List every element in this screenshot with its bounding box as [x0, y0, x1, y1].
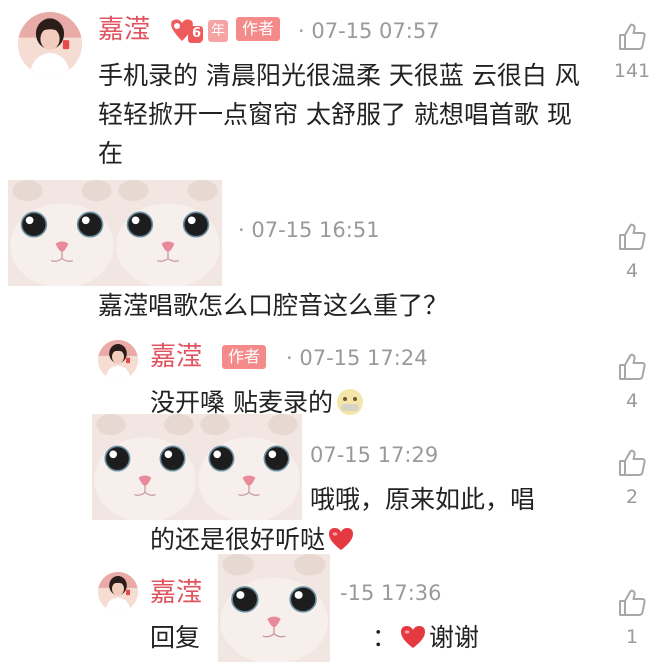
reply-text-line1: 哦哦，原来如此，唱 [310, 485, 536, 514]
user-avatar-cat [114, 180, 222, 286]
reply-prefix: 回复 [150, 623, 201, 652]
cat-avatar-image [114, 180, 222, 286]
like-count: 4 [625, 390, 639, 412]
mouth-covered-face-emoji [336, 389, 363, 415]
comment-time: · 07-15 07:57 [298, 19, 440, 43]
comment-time: · 07-15 16:51 [238, 218, 380, 242]
like-count: 1 [625, 626, 639, 648]
avatar-image [98, 340, 138, 380]
like-count: 141 [613, 60, 651, 82]
cat-avatar-image [8, 180, 116, 286]
user-avatar[interactable] [18, 12, 82, 76]
username[interactable]: 嘉滢 [98, 15, 150, 45]
reply-time: 07-15 17:29 [310, 443, 439, 467]
author-badge: 作者 [236, 17, 281, 41]
like-icon[interactable] [617, 588, 647, 618]
like-icon[interactable] [617, 352, 647, 382]
reply-text-content: 的还是很好听哒 [150, 525, 326, 554]
level-suffix: 年 [208, 20, 228, 42]
avatar-image [18, 12, 82, 76]
level-number: 6 [190, 26, 204, 42]
user-avatar[interactable] [98, 340, 138, 380]
like-icon[interactable] [617, 448, 647, 478]
heart-icon [401, 626, 426, 648]
cat-avatar-image [218, 554, 330, 662]
username[interactable]: 嘉滢 [150, 578, 202, 608]
avatar-image [98, 572, 138, 612]
reply-text-content: 没开嗓 贴麦录的 [150, 388, 333, 417]
comment-text: 手机录的 清晨阳光很温柔 天很蓝 云很白 风轻轻掀开一点窗帘 太舒服了 就想唱首… [98, 61, 580, 168]
user-avatar[interactable] [98, 572, 138, 612]
level-badge: 6 年 [166, 17, 228, 45]
like-icon[interactable] [617, 222, 647, 252]
reply-colon: ： [372, 623, 398, 652]
comment-text: 嘉滢唱歌怎么口腔音这么重了？ [98, 291, 449, 320]
cat-avatar-image [92, 414, 198, 520]
like-count: 4 [625, 260, 639, 282]
reply-text: ： 谢谢 [372, 618, 479, 657]
cat-avatar-image [196, 414, 302, 520]
username[interactable]: 嘉滢 [150, 342, 202, 372]
like-count: 2 [625, 486, 639, 508]
heart-icon [329, 528, 354, 550]
author-badge: 作者 [222, 345, 267, 369]
user-avatar-cat[interactable] [92, 414, 198, 520]
mentioned-user-avatar-cat[interactable] [218, 554, 330, 662]
reply-thanks: 谢谢 [429, 623, 480, 652]
reply-time: -15 17:36 [340, 581, 442, 605]
user-avatar-cat[interactable] [8, 180, 116, 286]
like-icon[interactable] [617, 22, 647, 52]
user-avatar-cat [196, 414, 302, 520]
reply-time: · 07-15 17:24 [286, 346, 428, 370]
